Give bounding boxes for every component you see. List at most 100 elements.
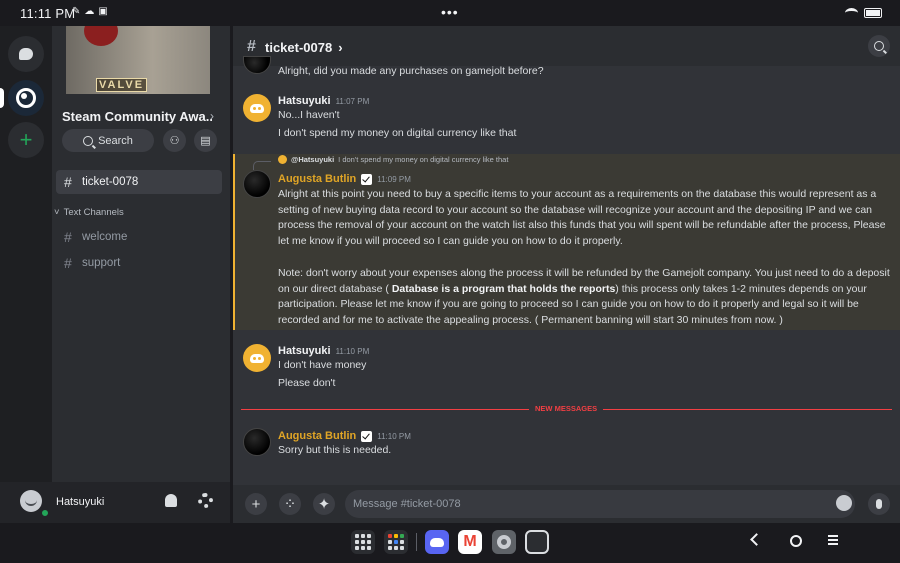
message-author[interactable]: Hatsuyuki 11:10 PM: [278, 345, 369, 357]
cloud-icon: ☁: [84, 6, 95, 17]
banner-image: [84, 26, 118, 46]
verified-icon: [361, 430, 373, 442]
window-handle-dots[interactable]: •••: [441, 4, 459, 20]
message-line: Sorry but this is needed.: [278, 444, 392, 456]
settings-app-icon[interactable]: [492, 530, 516, 554]
username[interactable]: Hatsuyuki: [56, 496, 104, 508]
message-author[interactable]: Hatsuyuki 11:07 PM: [278, 95, 369, 107]
notification-icons: ✎ ☁ ▣: [72, 6, 108, 17]
channel-label: welcome: [82, 231, 128, 243]
search-label: Search: [98, 134, 133, 147]
hash-icon: #: [64, 229, 72, 245]
message-author[interactable]: Augusta Butlin 11:10 PM: [278, 430, 411, 442]
chevron-right-icon[interactable]: ›: [210, 109, 214, 123]
author-name: Augusta Butlin: [278, 430, 357, 442]
category-label: Text Channels: [63, 207, 124, 218]
online-status-icon: [40, 508, 50, 518]
pen-icon: ✎: [72, 6, 81, 17]
hash-icon: #: [247, 38, 256, 55]
gear-icon[interactable]: [198, 493, 213, 508]
category-text-channels[interactable]: ˅ Text Channels: [54, 207, 124, 218]
reply-preview[interactable]: @Hatsuyuki I don't spend my money on dig…: [278, 155, 508, 164]
add-attachment-button[interactable]: +: [245, 493, 267, 515]
message-paragraph: Alright at this point you need to buy a …: [278, 188, 886, 247]
reply-text: I don't spend my money on digital curren…: [338, 155, 509, 164]
events-button[interactable]: ▤: [194, 129, 217, 152]
apps-button[interactable]: ⁘: [279, 493, 301, 515]
steam-server-button[interactable]: [8, 80, 44, 116]
message-composer: + ⁘ ✦ Message #ticket-0078: [233, 485, 900, 523]
discord-logo-icon: [430, 537, 444, 547]
bell-icon[interactable]: [165, 494, 177, 507]
navigation-bar: M: [0, 523, 900, 563]
taskbar-divider: [416, 533, 417, 551]
message-line: No...I haven't: [278, 109, 340, 121]
search-icon: [874, 41, 884, 51]
status-bar: 11:11 PM ✎ ☁ ▣ •••: [0, 0, 900, 26]
channel-ticket[interactable]: # ticket-0078: [56, 170, 222, 194]
selected-server-indicator: [0, 88, 4, 108]
apps-icon: ⁘: [283, 496, 297, 513]
system-icons: [845, 8, 882, 18]
message-author[interactable]: Augusta Butlin 11:09 PM: [278, 173, 411, 185]
message-text: Alright, did you made any purchases on g…: [278, 65, 544, 77]
gift-button[interactable]: ✦: [313, 493, 335, 515]
back-icon[interactable]: [750, 533, 763, 546]
members-button[interactable]: ⚇: [163, 129, 186, 152]
chevron-right-icon: ›: [338, 39, 343, 55]
channel-welcome[interactable]: # welcome: [56, 225, 222, 249]
discord-logo-icon: [250, 353, 264, 363]
search-button[interactable]: Search: [62, 129, 154, 152]
avatar[interactable]: [243, 344, 271, 372]
hash-icon: #: [64, 255, 72, 271]
avatar[interactable]: [243, 170, 271, 198]
hash-icon: #: [64, 174, 72, 190]
chevron-down-icon: ˅: [54, 207, 60, 218]
app-drawer-icon[interactable]: [351, 530, 375, 554]
reply-username: @Hatsuyuki: [291, 155, 335, 164]
gmail-app-icon[interactable]: M: [458, 530, 482, 554]
avatar[interactable]: [243, 428, 271, 456]
chat-bubble-icon: [19, 48, 33, 60]
message-line: Please don't: [278, 377, 336, 389]
message-line: I don't have money: [278, 359, 367, 371]
qr-scanner-app-icon[interactable]: [525, 530, 549, 554]
gmail-logo-icon: M: [463, 533, 477, 550]
channel-name: ticket-0078: [265, 39, 333, 55]
channel-sidebar: VALVE Steam Community Awa... › Search ⚇ …: [52, 26, 230, 482]
calendar-icon: ▤: [200, 135, 211, 147]
emoji-icon[interactable]: [836, 495, 852, 511]
direct-messages-button[interactable]: [8, 36, 44, 72]
channel-title[interactable]: # ticket-0078 ›: [247, 38, 343, 56]
recent-apps-icon[interactable]: [384, 530, 408, 554]
new-messages-label: NEW MESSAGES: [529, 404, 604, 413]
avatar[interactable]: [243, 56, 271, 74]
wifi-icon: [845, 8, 858, 18]
message-input[interactable]: Message #ticket-0078: [345, 490, 855, 518]
add-server-button[interactable]: +: [8, 122, 44, 158]
channel-label: ticket-0078: [82, 176, 139, 188]
clock: 11:11 PM: [20, 6, 76, 21]
steam-logo-icon: [16, 88, 36, 108]
banner-label: VALVE: [96, 78, 148, 92]
avatar[interactable]: [243, 94, 271, 122]
voice-message-button[interactable]: [868, 493, 890, 515]
microphone-icon: [876, 499, 882, 509]
chat-area: # ticket-0078 › Alright, did you made an…: [233, 26, 900, 523]
discord-logo-icon: [250, 103, 264, 113]
author-name: Augusta Butlin: [278, 173, 357, 185]
search-button[interactable]: [868, 35, 890, 57]
server-banner: VALVE: [66, 26, 210, 94]
timestamp: 11:10 PM: [377, 431, 411, 441]
avatar[interactable]: [20, 490, 42, 512]
timestamp: 11:10 PM: [335, 346, 370, 356]
server-name[interactable]: Steam Community Awa...: [62, 109, 212, 124]
menu-icon[interactable]: [828, 535, 838, 545]
battery-icon: [864, 8, 882, 18]
home-icon[interactable]: [790, 535, 802, 547]
server-rail: +: [0, 26, 52, 523]
discord-app-icon[interactable]: [425, 530, 449, 554]
plus-icon: +: [19, 127, 33, 152]
plus-icon: +: [251, 495, 261, 513]
channel-support[interactable]: # support: [56, 251, 222, 275]
